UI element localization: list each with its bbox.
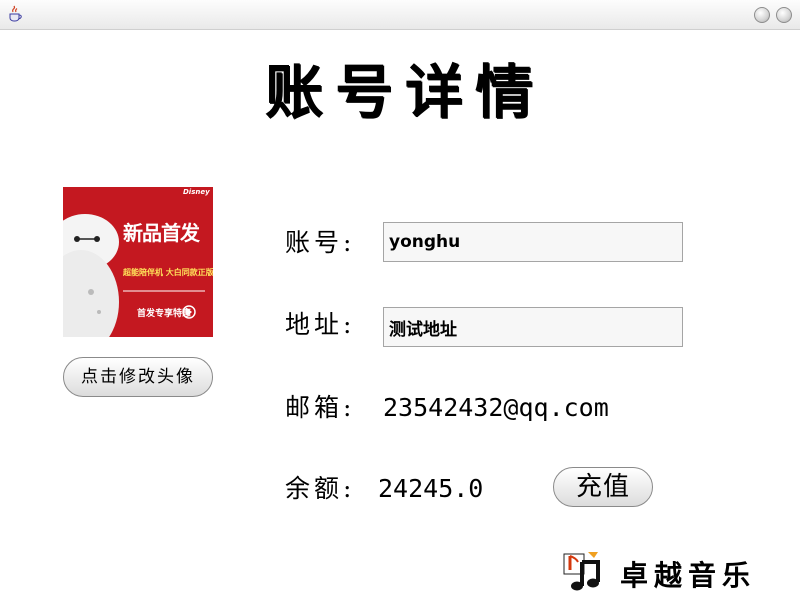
avatar: Disney 新品首发 超能陪伴机 大白同款正版授权 首发专享特惠	[63, 187, 213, 337]
recharge-button[interactable]: 充值	[553, 467, 653, 507]
balance-value: 24245.0	[378, 474, 484, 503]
banner-subtitle: 超能陪伴机 大白同款正版授权	[123, 268, 213, 277]
banner-cta: 首发专享特惠	[137, 309, 192, 319]
java-cup-icon[interactable]	[6, 5, 24, 23]
change-avatar-button[interactable]: 点击修改头像	[63, 357, 213, 397]
address-input[interactable]	[383, 307, 683, 347]
email-value: 23542432@qq.com	[383, 393, 609, 422]
banner-title: 新品首发	[123, 221, 200, 245]
account-label: 账号:	[285, 228, 356, 257]
account-input[interactable]	[383, 222, 683, 262]
minimize-button[interactable]	[754, 7, 770, 23]
email-label: 邮箱:	[285, 393, 356, 422]
close-button[interactable]	[776, 7, 792, 23]
title-bar	[0, 0, 800, 30]
music-note-icon	[563, 552, 600, 591]
page-title: 账号详情	[264, 58, 545, 126]
balance-label: 余额:	[285, 474, 356, 503]
address-label: 地址:	[285, 310, 356, 339]
brand-name: 卓越音乐	[620, 559, 757, 592]
banner-brand: Disney	[183, 188, 210, 196]
